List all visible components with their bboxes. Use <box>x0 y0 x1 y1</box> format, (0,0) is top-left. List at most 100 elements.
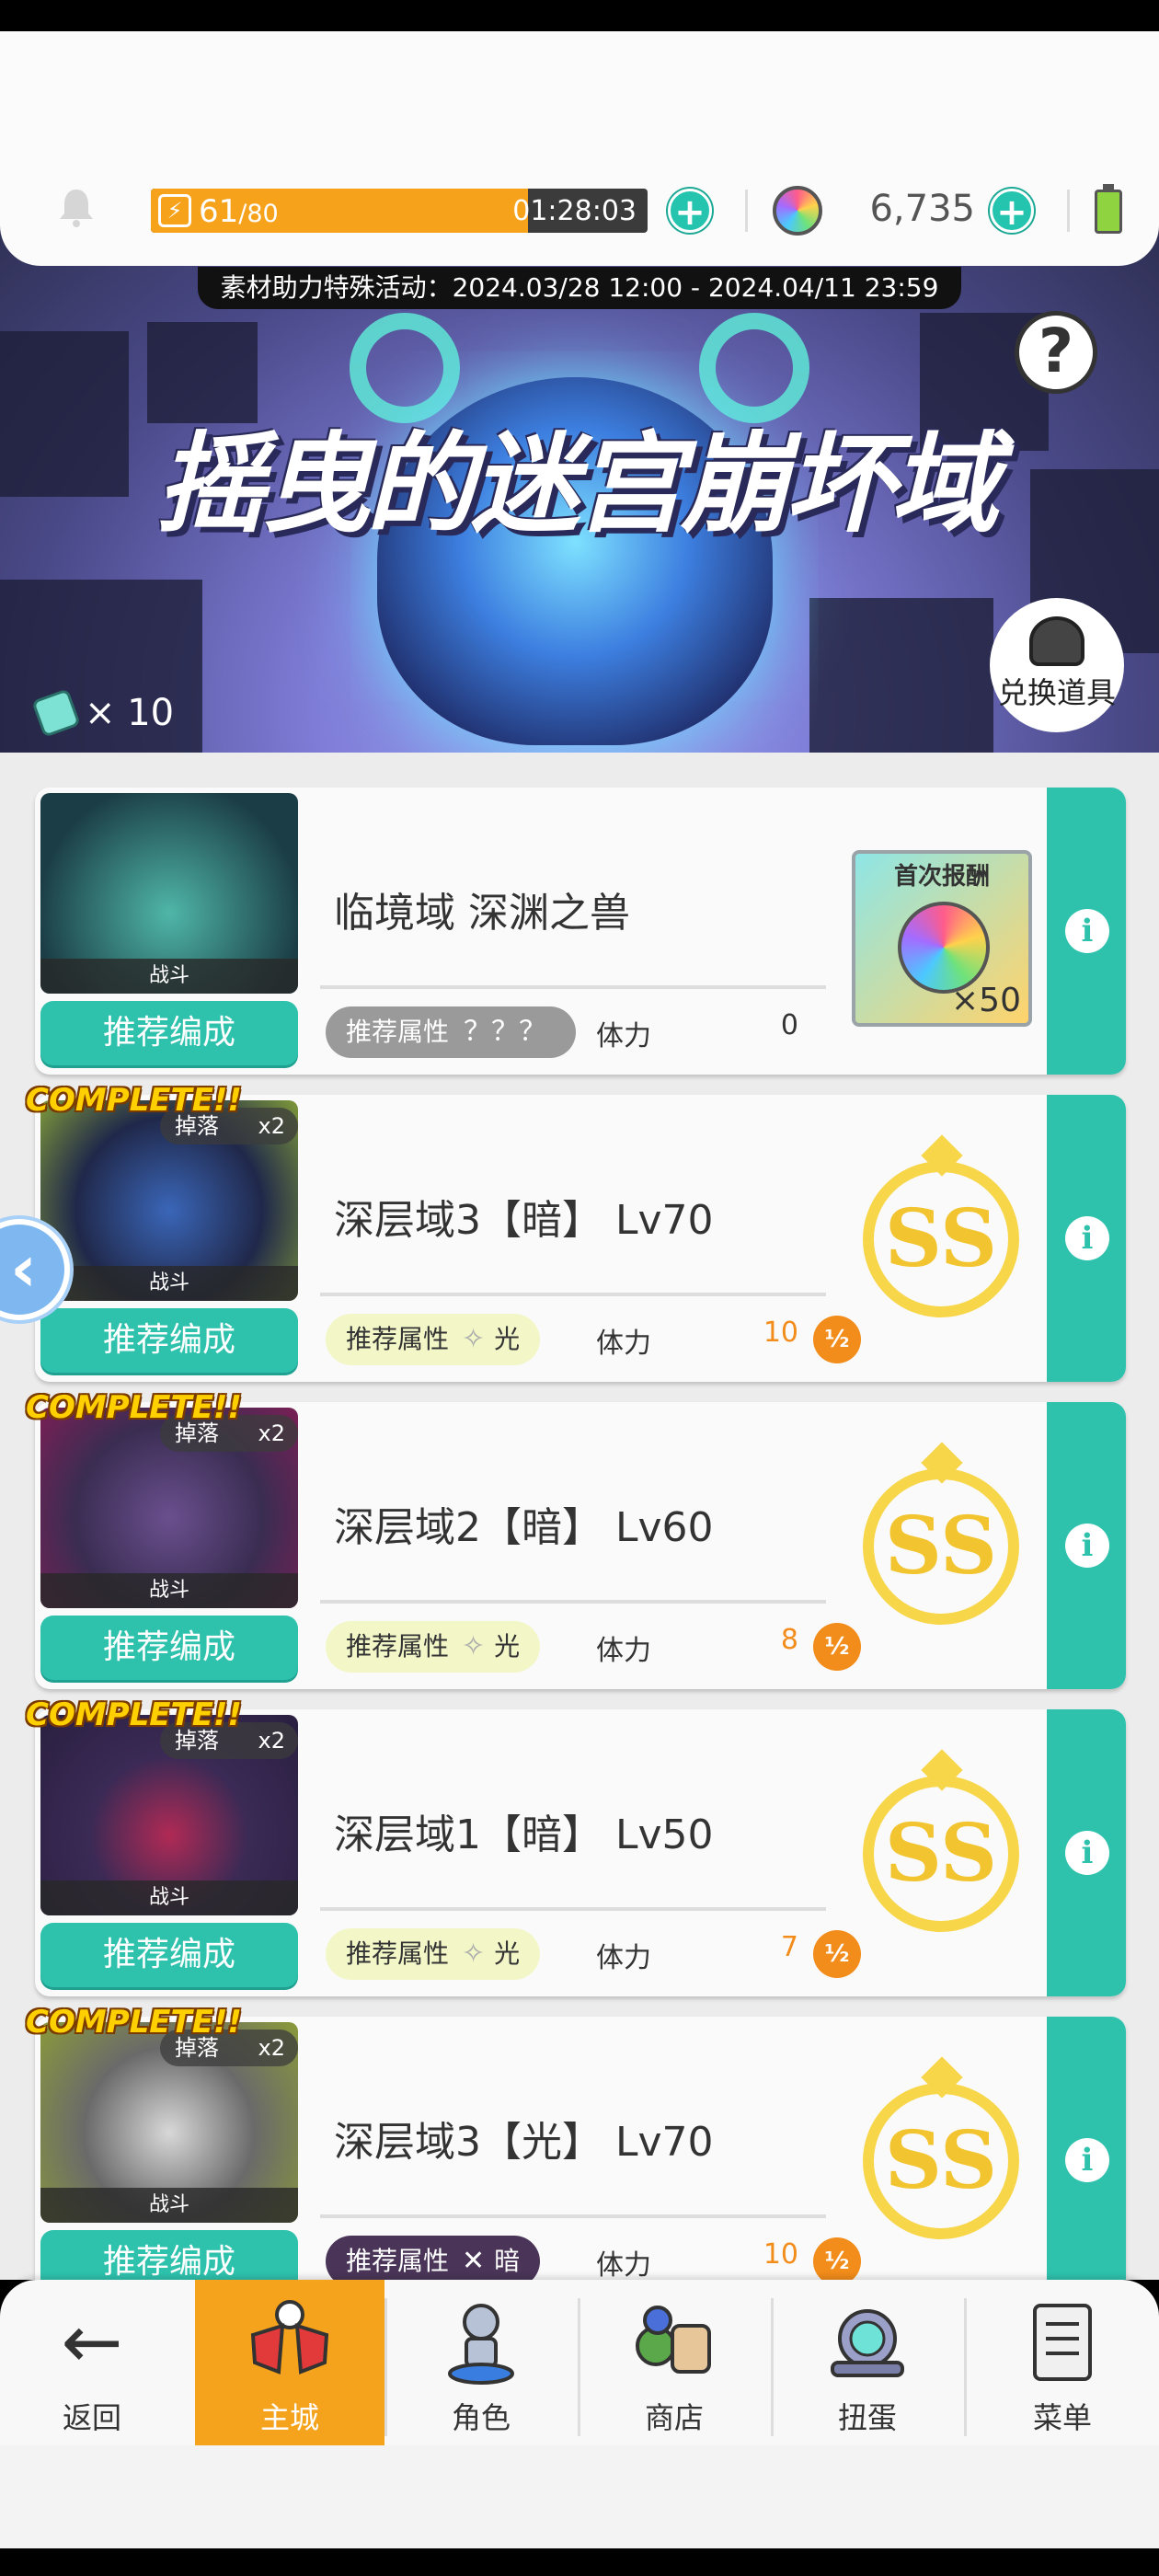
stage-thumbnail[interactable]: 掉落 x2 战斗 <box>40 1100 298 1301</box>
screen-bottom-edge <box>0 2548 1159 2576</box>
status-bar <box>0 0 1159 31</box>
recommend-team-button[interactable]: 推荐编成 <box>40 1001 298 1065</box>
recommend-attribute: 推荐属性 ✕ 暗 <box>326 2236 541 2280</box>
stage-list[interactable]: 战斗 推荐编成 临境域 深渊之兽 推荐属性？？？ 体力 0 首次报酬 ×50 i… <box>0 753 1159 2280</box>
bag-icon <box>1029 616 1084 666</box>
nav-label: 菜单 <box>1032 2400 1092 2435</box>
complete-tag: COMPLETE!! <box>26 1082 242 1119</box>
stamina-bar: ⚡ 61/80 01:28:03 <box>151 189 648 233</box>
nav-label: 扭蛋 <box>837 2400 897 2435</box>
divider <box>745 190 748 232</box>
card-side-strip: i <box>1047 788 1126 1075</box>
info-icon[interactable]: i <box>1065 2138 1109 2182</box>
nav-gacha[interactable]: 扭蛋 <box>773 2280 962 2445</box>
ticket-icon <box>31 688 81 738</box>
stage-card[interactable]: 掉落 x2 战斗 推荐编成 深层域1【暗】 Lv50 推荐属性 ✧ 光 体力 7 ½ … <box>35 1709 1126 1996</box>
nav-label: 角色 <box>451 2400 511 2435</box>
nav-back[interactable]: ← 返回 <box>0 2280 184 2445</box>
stage-thumbnail[interactable]: 掉落 x2 战斗 <box>40 2022 298 2223</box>
info-icon[interactable]: i <box>1065 1524 1109 1568</box>
card-side-strip: i <box>1047 2017 1126 2280</box>
back-arrow-icon: ← <box>61 2299 123 2385</box>
recommend-attribute: 推荐属性 ✧ 光 <box>326 1314 541 1365</box>
stamina-cost: 7 <box>780 1931 798 1963</box>
recommend-team-button[interactable]: 推荐编成 <box>40 2230 298 2280</box>
light-icon: ✧ <box>462 1938 486 1970</box>
complete-tag: COMPLETE!! <box>26 1696 242 1733</box>
nav-home[interactable]: 主城 <box>195 2280 384 2445</box>
stamina-cost: 10 <box>763 2238 798 2271</box>
help-button[interactable]: ? <box>1015 311 1097 394</box>
rank-badge: SS <box>863 1776 1019 1932</box>
add-stamina-button[interactable]: + <box>668 189 712 234</box>
nav-characters[interactable]: 角色 <box>386 2280 576 2445</box>
stage-card[interactable]: 战斗 推荐编成 临境域 深渊之兽 推荐属性？？？ 体力 0 首次报酬 ×50 i <box>35 788 1126 1075</box>
stage-name: 深层域3【光】 Lv70 <box>334 2119 714 2166</box>
half-cost-icon: ½ <box>813 1316 861 1363</box>
character-icon <box>448 2304 514 2385</box>
stage-card[interactable]: 掉落 x2 战斗 推荐编成 深层域3【光】 Lv70 推荐属性 ✕ 暗 体力 10 ½… <box>35 2017 1126 2280</box>
card-side-strip: i <box>1047 1402 1126 1689</box>
exchange-items-button[interactable]: 兑换道具 <box>990 598 1124 732</box>
recommend-attribute: 推荐属性 ✧ 光 <box>326 1928 541 1980</box>
info-icon[interactable]: i <box>1065 1216 1109 1260</box>
system-navigation-area <box>0 2445 1159 2548</box>
event-period: 素材助力特殊活动：2024.03/28 12:00 - 2024.04/11 2… <box>198 267 961 309</box>
home-icon <box>250 2300 329 2375</box>
recommend-team-button[interactable]: 推荐编成 <box>40 1923 298 1987</box>
bell-icon[interactable] <box>55 186 98 228</box>
reward-quantity: ×50 <box>951 982 1021 1019</box>
nav-label: 返回 <box>62 2400 121 2435</box>
exchange-label: 兑换道具 <box>997 675 1116 710</box>
ticket-counter: × 10 <box>31 688 175 738</box>
stage-card[interactable]: 掉落 x2 战斗 推荐编成 深层域3【暗】 Lv70 推荐属性 ✧ 光 体力 10 ½… <box>35 1095 1126 1382</box>
stamina-label: 体力 <box>596 2249 651 2280</box>
nav-menu[interactable]: 菜单 <box>966 2280 1159 2445</box>
divider <box>320 985 826 989</box>
stage-name: 深层域2【暗】 Lv60 <box>334 1504 714 1551</box>
stage-card[interactable]: 掉落 x2 战斗 推荐编成 深层域2【暗】 Lv60 推荐属性 ✧ 光 体力 8 ½ … <box>35 1402 1126 1689</box>
ticket-count: × 10 <box>85 692 175 734</box>
battery-icon <box>1095 184 1122 234</box>
stage-name: 深层域1【暗】 Lv50 <box>334 1811 714 1858</box>
gem-count: 6,735 <box>869 188 975 230</box>
light-icon: ✧ <box>462 1630 486 1662</box>
divider <box>320 2214 826 2218</box>
stage-name: 深层域3【暗】 Lv70 <box>334 1197 714 1244</box>
complete-tag: COMPLETE!! <box>26 2004 242 2041</box>
recommend-team-button[interactable]: 推荐编成 <box>40 1616 298 1680</box>
first-reward-label: 首次报酬 <box>893 863 990 891</box>
nav-shop[interactable]: 商店 <box>580 2280 769 2445</box>
stage-thumbnail[interactable]: 战斗 <box>40 793 298 994</box>
info-icon[interactable]: i <box>1065 1831 1109 1875</box>
light-icon: ✧ <box>462 1323 486 1355</box>
stage-thumbnail[interactable]: 掉落 x2 战斗 <box>40 1715 298 1915</box>
add-gems-button[interactable]: + <box>990 189 1034 234</box>
rank-badge: SS <box>863 1468 1019 1625</box>
half-cost-icon: ½ <box>813 1623 861 1671</box>
stamina-label: 体力 <box>596 1942 651 1974</box>
half-cost-icon: ½ <box>813 2237 861 2280</box>
rank-badge: SS <box>863 2083 1019 2239</box>
card-side-strip: i <box>1047 1709 1126 1996</box>
stamina-label: 体力 <box>596 1020 651 1052</box>
battle-label: 战斗 <box>40 1573 298 1608</box>
battle-label: 战斗 <box>40 1266 298 1301</box>
half-cost-icon: ½ <box>813 1930 861 1978</box>
battle-label: 战斗 <box>40 959 298 994</box>
recommend-attribute: 推荐属性？？？ <box>326 1006 577 1058</box>
dark-icon: ✕ <box>462 2245 486 2277</box>
recommend-team-button[interactable]: 推荐编成 <box>40 1308 298 1373</box>
stamina-cost: 0 <box>780 1009 798 1041</box>
menu-icon <box>1033 2304 1092 2381</box>
gem-icon <box>773 186 822 236</box>
nav-label: 主城 <box>259 2400 319 2435</box>
stage-thumbnail[interactable]: 掉落 x2 战斗 <box>40 1408 298 1608</box>
stamina-timer: 01:28:03 <box>512 195 637 227</box>
first-reward[interactable]: 首次报酬 ×50 <box>852 850 1032 1027</box>
card-side-strip: i <box>1047 1095 1126 1382</box>
info-icon[interactable]: i <box>1065 909 1109 953</box>
stamina-cost: 8 <box>780 1624 798 1656</box>
complete-tag: COMPLETE!! <box>26 1389 242 1426</box>
stamina-label: 体力 <box>596 1328 651 1360</box>
